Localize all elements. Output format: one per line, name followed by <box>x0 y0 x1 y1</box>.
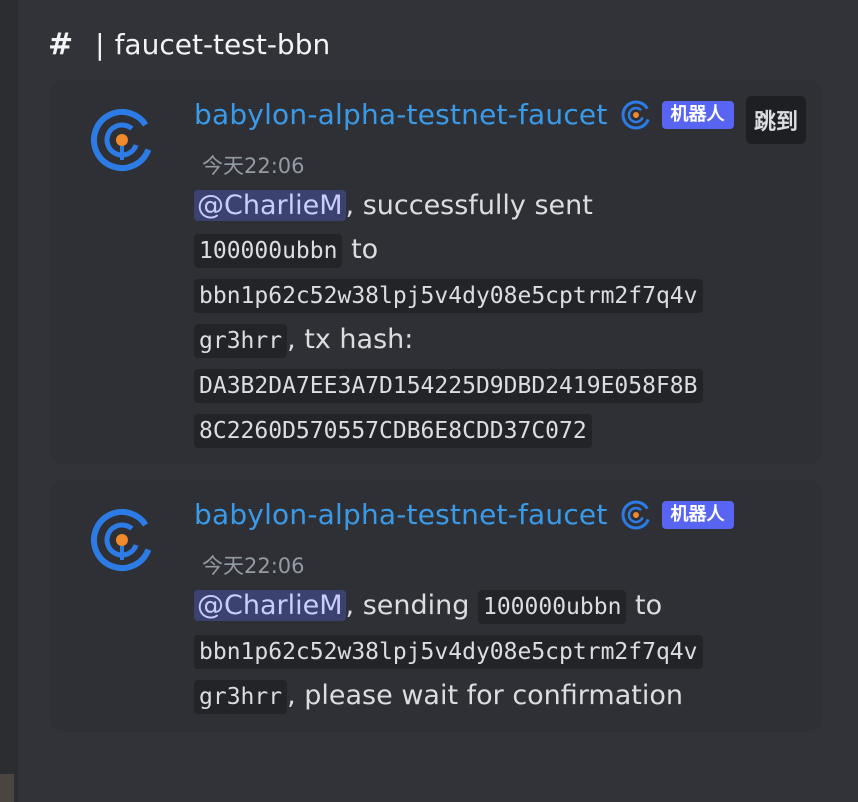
bot-avatar[interactable] <box>90 508 154 572</box>
channel-name[interactable]: faucet-test-bbn <box>115 28 331 61</box>
message-timestamp[interactable]: 今天22:06 <box>202 150 305 180</box>
channel-header: # | faucet-test-bbn <box>48 22 330 66</box>
code-address: bbn1p62c52w38lpj5v4dy08e5cptrm2f7q4v <box>194 635 703 669</box>
author-name[interactable]: babylon-alpha-testnet-faucet <box>194 98 608 131</box>
message-header: babylon-alpha-testnet-faucet 机器人 <box>194 498 734 531</box>
channel-separator: | <box>95 27 105 61</box>
message-text: , successfully sent <box>345 190 593 221</box>
sidebar-accent <box>0 774 14 802</box>
code-tx-hash-cont: 8C2260D570557CDB6E8CDD37C072 <box>194 414 592 448</box>
author-name[interactable]: babylon-alpha-testnet-faucet <box>194 498 608 531</box>
bot-tag: 机器人 <box>661 500 734 529</box>
message-text: to <box>626 590 663 621</box>
message-text: , please wait for confirmation <box>287 680 683 711</box>
message-text: , sending <box>345 590 478 621</box>
code-address-cont: gr3hrr <box>194 680 288 714</box>
user-mention[interactable]: @CharlieM <box>194 590 346 621</box>
code-tx-hash: DA3B2DA7EE3A7D154225D9DBD2419E058F8B <box>194 369 703 403</box>
message-text: to <box>342 234 379 265</box>
babylon-logo-icon <box>621 100 651 129</box>
message-timestamp[interactable]: 今天22:06 <box>202 550 305 580</box>
message-text: , tx hash: <box>287 324 414 355</box>
code-amount: 100000ubbn <box>194 234 343 268</box>
message-item[interactable]: babylon-alpha-testnet-faucet 机器人 今天22:06… <box>50 480 822 732</box>
code-amount: 100000ubbn <box>477 590 627 624</box>
jump-button[interactable]: 跳到 <box>745 96 806 144</box>
bot-tag: 机器人 <box>661 100 734 129</box>
bot-avatar[interactable] <box>90 108 154 172</box>
user-mention[interactable]: @CharlieM <box>194 190 346 221</box>
channel-hash-icon: # <box>48 26 74 62</box>
message-item[interactable]: babylon-alpha-testnet-faucet 机器人 跳到 今天22… <box>50 80 822 464</box>
code-address: bbn1p62c52w38lpj5v4dy08e5cptrm2f7q4v <box>194 279 703 313</box>
code-address-cont: gr3hrr <box>194 324 288 358</box>
message-content: @CharlieM, successfully sent 100000ubbn … <box>194 184 794 453</box>
message-content: @CharlieM, sending 100000ubbn to bbn1p62… <box>194 584 794 719</box>
message-header: babylon-alpha-testnet-faucet 机器人 <box>194 98 734 131</box>
server-sidebar-edge <box>0 0 18 802</box>
babylon-logo-icon <box>621 500 651 529</box>
